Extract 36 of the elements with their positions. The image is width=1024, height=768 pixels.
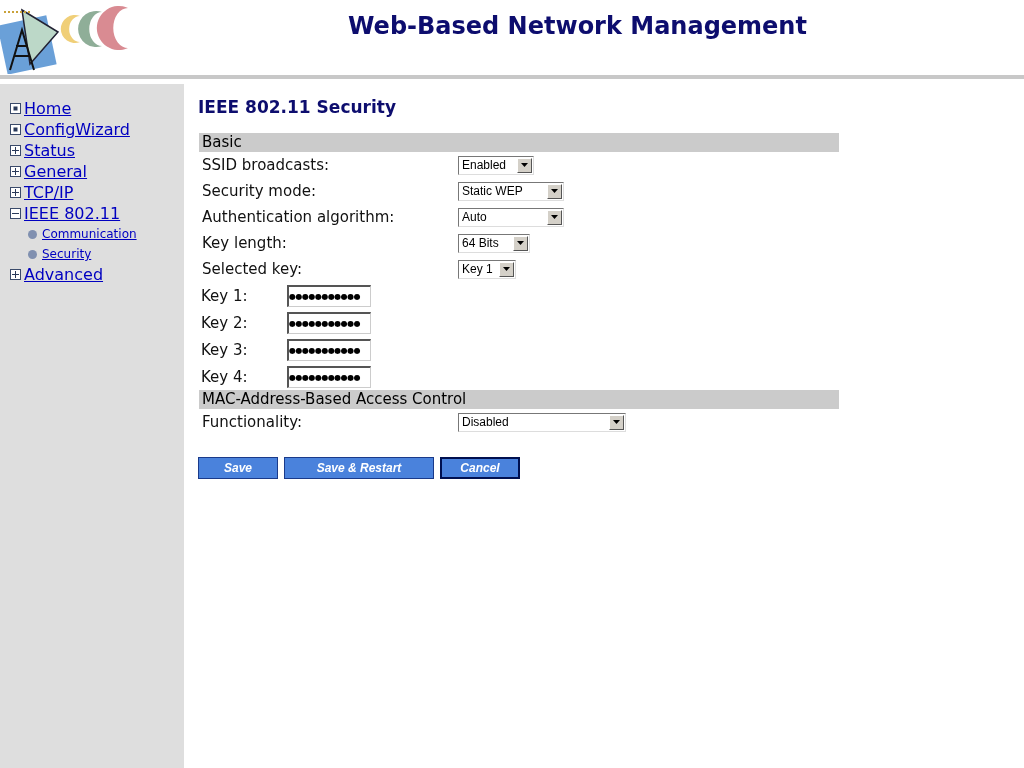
nav-link[interactable]: ConfigWizard: [24, 120, 130, 139]
nav-link[interactable]: Advanced: [24, 265, 104, 284]
nav-link[interactable]: IEEE 802.11: [24, 204, 121, 223]
form-button[interactable]: Save: [198, 457, 278, 479]
dropdown[interactable]: Static WEP: [458, 181, 564, 201]
field-label: Key 2:: [200, 313, 249, 332]
nav-link[interactable]: Status: [24, 141, 75, 160]
dropdown[interactable]: Disabled: [458, 412, 626, 432]
field-label: Security mode:: [201, 182, 317, 200]
key-input[interactable]: ●●●●●●●●●●●: [287, 284, 371, 307]
dropdown[interactable]: Key 1: [458, 259, 516, 279]
field-label: Key 4:: [200, 367, 249, 386]
nav-sublink[interactable]: Communication: [42, 227, 137, 241]
section-header: Basic: [199, 133, 839, 152]
site-title: Web-Based Network Management: [348, 12, 807, 40]
nav-link[interactable]: General: [24, 162, 88, 181]
field-label: Key length:: [201, 234, 288, 252]
key-input[interactable]: ●●●●●●●●●●●: [287, 311, 371, 334]
key-input[interactable]: ●●●●●●●●●●●: [287, 365, 371, 388]
field-label: Key 3:: [200, 340, 249, 359]
form-button[interactable]: Save & Restart: [284, 457, 434, 479]
field-label: SSID broadcasts:: [201, 156, 331, 174]
field-label: Authentication algorithm:: [201, 208, 396, 226]
dropdown[interactable]: Enabled: [458, 155, 534, 175]
field-label: Functionality:: [201, 413, 304, 431]
form-button[interactable]: Cancel: [440, 457, 520, 479]
nav-link[interactable]: Home: [24, 99, 72, 118]
dropdown[interactable]: 64 Bits: [458, 233, 530, 253]
field-label: Key 1:: [200, 286, 249, 305]
nav-link[interactable]: TCP/IP: [24, 183, 74, 202]
section-header: MAC-Address-Based Access Control: [199, 390, 839, 409]
page-title: IEEE 802.11 Security: [198, 97, 397, 117]
field-label: Selected key:: [201, 260, 303, 278]
key-input[interactable]: ●●●●●●●●●●●: [287, 338, 371, 361]
dropdown[interactable]: Auto: [458, 207, 564, 227]
nav-sublink[interactable]: Security: [42, 247, 92, 261]
